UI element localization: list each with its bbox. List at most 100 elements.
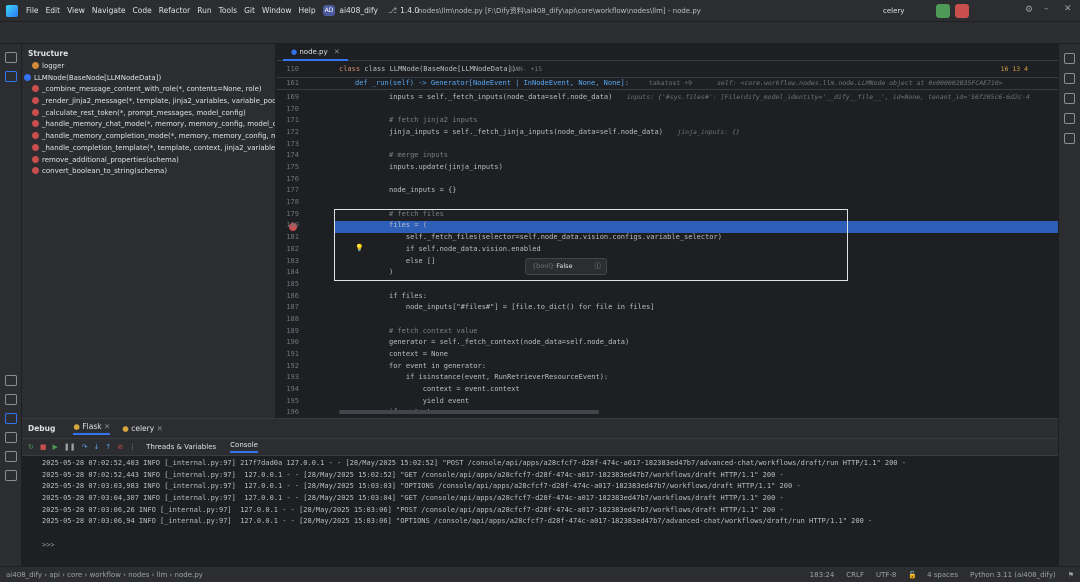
structure-item[interactable]: remove_additional_properties(schema) xyxy=(22,155,275,167)
pause-icon[interactable]: ❚❚ xyxy=(64,443,76,451)
menu-item-git[interactable]: Git xyxy=(244,6,255,15)
copilot-icon[interactable] xyxy=(1064,133,1075,144)
menu-item-code[interactable]: Code xyxy=(133,6,152,15)
line-number: 172 xyxy=(286,128,299,137)
breadcrumb-item[interactable]: llm xyxy=(157,571,168,579)
file-encoding[interactable]: UTF-8 xyxy=(876,571,896,579)
python-icon: ● xyxy=(122,424,129,433)
tab-close-icon[interactable]: ✕ xyxy=(334,48,340,56)
tab-celery[interactable]: ● celery ✕ xyxy=(122,424,163,433)
tab-close-icon[interactable]: ✕ xyxy=(104,422,110,431)
title-bar: File Edit View Navigate Code Refactor Run Tools… xyxy=(0,0,1080,22)
step-into-icon[interactable]: ↓ xyxy=(94,443,100,451)
code-line: jinja_inputs = self._fetch_jinja_inputs(… xyxy=(389,128,663,137)
settings-icon[interactable]: ⚙ xyxy=(1025,5,1033,15)
resume-icon[interactable]: ▶ xyxy=(53,443,58,451)
breadcrumb-item[interactable]: nodes xyxy=(128,571,149,579)
inspection-counts[interactable]: 16 13 4 xyxy=(1001,65,1028,73)
terminal-icon[interactable] xyxy=(5,432,17,443)
close-icon[interactable]: ✕ xyxy=(1064,4,1072,14)
tab-node-py[interactable]: ● node.py ✕ xyxy=(283,44,348,61)
project-icon[interactable] xyxy=(5,52,17,63)
structure-item[interactable]: _handle_memory_chat_mode(*, memory, memo… xyxy=(22,119,275,131)
line-number: 185 xyxy=(286,279,299,288)
ai-assistant-icon[interactable] xyxy=(1064,113,1075,124)
tab-threads-variables[interactable]: Threads & Variables xyxy=(146,443,216,451)
notifications-icon[interactable] xyxy=(1064,53,1075,64)
database-icon[interactable] xyxy=(1064,93,1075,104)
structure-item[interactable]: _handle_memory_completion_mode(*, memory… xyxy=(22,131,275,143)
indent-setting[interactable]: 4 spaces xyxy=(927,571,958,579)
console-prompt[interactable]: >>> xyxy=(42,541,55,549)
minimize-icon[interactable]: – xyxy=(1044,4,1049,14)
breadcrumb-item[interactable]: workflow xyxy=(90,571,121,579)
breadcrumb-item[interactable]: node.py xyxy=(175,571,203,579)
menu-item-window[interactable]: Window xyxy=(262,6,292,15)
services-icon[interactable] xyxy=(5,375,17,386)
run-config[interactable]: celery xyxy=(883,7,904,15)
toolbar-row xyxy=(0,22,1080,44)
more-icon[interactable]: ⋮ xyxy=(129,443,136,451)
line-number: 170 xyxy=(286,104,299,113)
version-label[interactable]: 1.4.0 xyxy=(400,6,419,15)
structure-item-label: _combine_message_content_with_role(*, co… xyxy=(42,85,262,94)
python-interpreter[interactable]: Python 3.11 (ai408_dify) xyxy=(970,571,1056,579)
line-number: 169 xyxy=(286,93,299,101)
menu-item-edit[interactable]: Edit xyxy=(46,6,61,15)
notifications-icon[interactable]: ⚑ xyxy=(1068,571,1074,579)
structure-item[interactable]: _render_jinja2_message(*, template, jinj… xyxy=(22,96,275,108)
info-icon[interactable]: ⓘ xyxy=(595,259,602,274)
structure-item-label: _calculate_rest_token(*, prompt_messages… xyxy=(42,108,246,117)
mute-breakpoints-icon[interactable]: ⊘ xyxy=(117,443,123,451)
problems-icon[interactable] xyxy=(5,451,17,462)
menu-item-help[interactable]: Help xyxy=(299,6,316,15)
structure-item[interactable]: convert_boolean_to_string(schema) xyxy=(22,166,275,178)
git-icon[interactable] xyxy=(5,470,17,481)
value-popup[interactable]: {bool} False ⓘ xyxy=(525,258,607,275)
horizontal-scrollbar[interactable] xyxy=(339,410,599,414)
sciview-icon[interactable] xyxy=(1064,73,1075,84)
tab-close-icon[interactable]: ✕ xyxy=(157,424,163,433)
menu-item-view[interactable]: View xyxy=(67,6,85,15)
breadcrumb-item[interactable]: core xyxy=(67,571,82,579)
rerun-icon[interactable]: ↻ xyxy=(28,443,34,451)
tab-flask[interactable]: ● Flask ✕ xyxy=(73,422,111,435)
structure-item-label: _render_jinja2_message(*, template, jinj… xyxy=(42,97,275,106)
run-blame: takatost +9 xyxy=(649,79,693,87)
breadcrumb-item[interactable]: api xyxy=(49,571,60,579)
project-name[interactable]: ai408_dify xyxy=(339,6,378,15)
menu-item-file[interactable]: File xyxy=(26,6,39,15)
tab-console[interactable]: Console xyxy=(230,441,258,453)
stop-button[interactable] xyxy=(955,4,969,18)
lock-icon[interactable]: 🔓 xyxy=(908,571,917,579)
python-console-icon[interactable] xyxy=(5,394,17,405)
structure-item-label: convert_boolean_to_string(schema) xyxy=(42,167,168,176)
step-over-icon[interactable]: ↷ xyxy=(82,443,88,451)
menu-item-run[interactable]: Run xyxy=(197,6,211,15)
structure-item[interactable]: logger xyxy=(22,61,275,73)
menu-item-refactor[interactable]: Refactor xyxy=(159,6,190,15)
debug-icon[interactable] xyxy=(5,413,17,424)
method-icon xyxy=(32,155,39,163)
structure-item[interactable]: _combine_message_content_with_role(*, co… xyxy=(22,84,275,96)
structure-item[interactable]: _handle_completion_template(*, template,… xyxy=(22,143,275,155)
log-line: 2025-05-28 07:03:03,983 INFO [_internal.… xyxy=(42,482,801,491)
line-number: 180 xyxy=(286,221,299,230)
code-line: for event in generator: xyxy=(389,361,486,370)
structure-icon[interactable] xyxy=(5,71,17,82)
variable-icon xyxy=(32,62,39,69)
caret-position[interactable]: 183:24 xyxy=(810,571,835,579)
menu-item-tools[interactable]: Tools xyxy=(219,6,237,15)
code-editor[interactable]: 110 class class LLMNode(BaseNode[LLMNode… xyxy=(277,61,1058,418)
console-output[interactable]: 2025-05-28 07:02:52,403 INFO [_internal.… xyxy=(22,456,1058,528)
line-number: 182 xyxy=(286,244,299,253)
breadcrumb-item[interactable]: ai408_dify xyxy=(6,571,42,579)
line-separator[interactable]: CRLF xyxy=(846,571,864,579)
structure-item[interactable]: LLMNode(BaseNode[LLMNodeData]) xyxy=(22,73,275,85)
structure-item[interactable]: _calculate_rest_token(*, prompt_messages… xyxy=(22,108,275,120)
run-button[interactable] xyxy=(936,4,950,18)
debug-panel: Debug ● Flask ✕ ● celery ✕ ↻ ■ ▶ ❚❚ ↷ ↓ … xyxy=(22,418,1058,566)
step-out-icon[interactable]: ↑ xyxy=(105,443,111,451)
stop-icon[interactable]: ■ xyxy=(40,443,47,451)
menu-item-navigate[interactable]: Navigate xyxy=(92,6,126,15)
